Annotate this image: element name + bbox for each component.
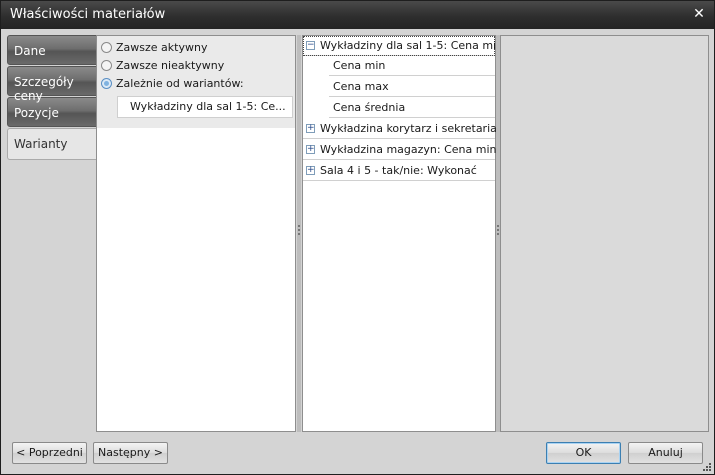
details-panel xyxy=(500,35,709,432)
splitter-grip xyxy=(497,229,499,231)
expand-icon[interactable]: + xyxy=(306,124,315,133)
option-always-inactive[interactable]: Zawsze nieaktywny xyxy=(101,57,224,73)
variant-condition-item[interactable]: Wykładziny dla sal 1-5: Ce... xyxy=(117,96,293,118)
splitter-grip xyxy=(497,225,499,227)
cancel-button[interactable]: Anuluj xyxy=(628,442,703,464)
splitter-grip xyxy=(298,229,300,231)
tree-group-label: Wykładziny dla sal 1-5: Cena min xyxy=(320,39,504,52)
materials-properties-dialog: Właściwości materiałów ✕ Dane Szczegóły … xyxy=(0,0,715,475)
ok-button[interactable]: OK xyxy=(546,442,621,464)
splitter-left[interactable] xyxy=(297,35,301,432)
tree-group-label: Sala 4 i 5 - tak/nie: Wykonać xyxy=(320,164,477,177)
option-depends-on-variants-label: Zależnie od wariantów: xyxy=(116,76,244,90)
tab-szczegoly-ceny[interactable]: Szczegóły ceny xyxy=(7,66,97,103)
radio-always-inactive[interactable] xyxy=(101,59,112,71)
close-icon[interactable]: ✕ xyxy=(690,5,708,23)
tree-child-row[interactable]: Cena max xyxy=(329,77,495,97)
tab-dane[interactable]: Dane xyxy=(7,35,97,65)
tree-group-row[interactable]: − Wykładziny dla sal 1-5: Cena min xyxy=(303,36,503,56)
option-depends-on-variants[interactable]: Zależnie od wariantów: xyxy=(101,75,244,91)
tree-group-label: Wykładzina magazyn: Cena min xyxy=(320,143,497,156)
option-always-inactive-label: Zawsze nieaktywny xyxy=(116,58,225,72)
tab-warianty[interactable]: Warianty xyxy=(7,128,97,160)
splitter-grip xyxy=(298,233,300,235)
tree-child-row[interactable]: Cena min xyxy=(329,56,495,76)
splitter-grip xyxy=(298,225,300,227)
tree-group-row[interactable]: + Sala 4 i 5 - tak/nie: Wykonać xyxy=(303,161,495,181)
expand-icon[interactable]: + xyxy=(306,166,315,175)
option-always-active[interactable]: Zawsze aktywny xyxy=(101,39,207,55)
resize-grip-icon[interactable] xyxy=(702,462,712,472)
window-title: Właściwości materiałów xyxy=(10,7,166,22)
expand-icon[interactable]: + xyxy=(306,145,315,154)
splitter-grip xyxy=(497,233,499,235)
title-bar[interactable]: Właściwości materiałów ✕ xyxy=(1,1,714,29)
option-always-active-label: Zawsze aktywny xyxy=(116,40,208,54)
next-button[interactable]: Następny > xyxy=(93,442,168,464)
collapse-icon[interactable]: − xyxy=(306,41,315,50)
previous-button[interactable]: < Poprzedni xyxy=(12,442,87,464)
radio-always-active[interactable] xyxy=(101,41,112,53)
side-tabs: Dane Szczegóły ceny Pozycje Warianty xyxy=(7,35,97,161)
tree-group-row[interactable]: + Wykładzina magazyn: Cena min xyxy=(303,140,497,160)
radio-depends-on-variants[interactable] xyxy=(101,77,112,89)
tree-child-row[interactable]: Cena średnia xyxy=(329,98,495,118)
tree-group-label: Wykładzina korytarz i sekretariat xyxy=(320,122,502,135)
variant-tree-panel: − Wykładziny dla sal 1-5: Cena min Cena … xyxy=(302,35,503,432)
visibility-panel: Zawsze aktywny Zawsze nieaktywny Zależni… xyxy=(96,35,296,432)
tree-group-row[interactable]: + Wykładzina korytarz i sekretariat xyxy=(303,119,501,139)
